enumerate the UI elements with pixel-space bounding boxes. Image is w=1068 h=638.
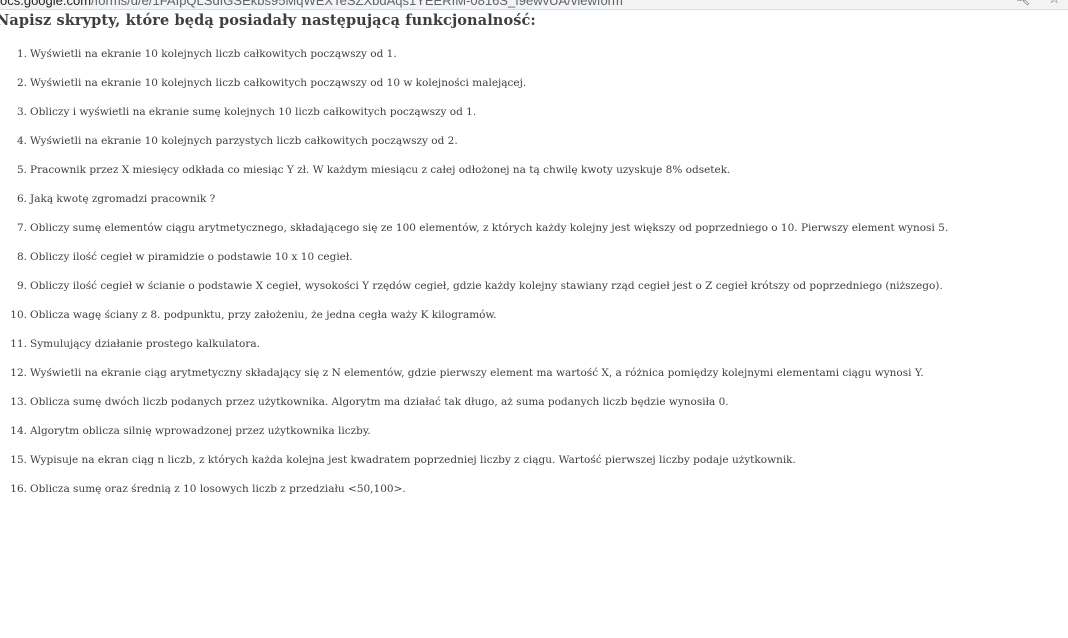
task-item: 9. Obliczy ilość cegieł w ścianie o podst… [0,277,1040,295]
task-item: 7. Obliczy sumę elementów ciągu arytmetyc… [0,219,1040,237]
bookmark-star-icon[interactable]: ☆ [1048,0,1060,7]
task-number: 9. [16,280,27,292]
task-text: Oblicza wagę ściany z 8. podpunktu, przy… [30,309,497,321]
task-text: Wypisuje na ekran ciąg n liczb, z któryc… [30,454,796,466]
task-text: Wyświetli na ekranie 10 kolejnych liczb … [30,48,397,60]
task-text: Wyświetli na ekranie 10 kolejnych liczb … [30,77,527,89]
page-heading: Napisz skrypty, które będą posiadały nas… [0,12,536,29]
task-item: 11. Symulujący działanie prostego kalkula… [0,335,1040,353]
task-item: 13. Oblicza sumę dwóch liczb podanych prz… [0,393,1040,411]
task-number: 2. [16,77,27,89]
address-bar-icons: 🔍︎ ☆ [1000,0,1060,7]
task-number: 14. [10,425,27,437]
task-list: 1. Wyświetli na ekranie 10 kolejnych licz… [0,45,1040,509]
task-text: Pracownik przez X miesięcy odkłada co mi… [30,164,731,176]
task-number: 3. [16,106,27,118]
zoom-magnifier-icon[interactable]: 🔍︎ [1014,0,1031,7]
task-number: 10. [10,309,27,321]
task-text: Algorytm oblicza silnię wprowadzonej prz… [30,425,371,437]
task-text: Obliczy i wyświetli na ekranie sumę kole… [30,106,477,118]
task-number: 4. [16,135,27,147]
browser-address-bar: ocs.google.com/forms/d/e/1FAIpQLSdIGSEkb… [0,0,1068,10]
task-item: 5. Pracownik przez X miesięcy odkłada co … [0,161,1040,179]
task-number: 1. [16,48,27,60]
task-number: 5. [16,164,27,176]
task-item: 3. Obliczy i wyświetli na ekranie sumę ko… [0,103,1040,121]
task-item: 14. Algorytm oblicza silnię wprowadzonej … [0,422,1040,440]
task-item: 16. Oblicza sumę oraz średnią z 10 losowy… [0,480,1040,498]
task-item: 1. Wyświetli na ekranie 10 kolejnych licz… [0,45,1040,63]
task-text: Oblicza sumę oraz średnią z 10 losowych … [30,483,406,495]
task-text: Wyświetli na ekranie ciąg arytmetyczny s… [30,367,924,379]
task-item: 6. Jaką kwotę zgromadzi pracownik ? [0,190,1040,208]
task-item: 2. Wyświetli na ekranie 10 kolejnych licz… [0,74,1040,92]
task-number: 12. [10,367,27,379]
task-text: Obliczy sumę elementów ciągu arytmetyczn… [30,222,949,234]
task-text: Jaką kwotę zgromadzi pracownik ? [30,193,216,205]
url-field[interactable]: ocs.google.com/forms/d/e/1FAIpQLSdIGSEkb… [0,0,623,8]
task-number: 8. [16,251,27,263]
task-item: 10. Oblicza wagę ściany z 8. podpunktu, p… [0,306,1040,324]
task-text: Oblicza sumę dwóch liczb podanych przez … [30,396,729,408]
task-number: 15. [10,454,27,466]
task-text: Symulujący działanie prostego kalkulator… [30,338,260,350]
url-host: ocs.google.com [0,0,92,8]
task-item: 15. Wypisuje na ekran ciąg n liczb, z któ… [0,451,1040,469]
task-number: 16. [10,483,27,495]
task-number: 11. [10,338,27,350]
url-path: /forms/d/e/1FAIpQLSdIGSEkbs95MqWEXTeSZXb… [91,0,623,8]
task-text: Obliczy ilość cegieł w piramidzie o pods… [30,251,353,263]
task-number: 13. [10,396,27,408]
task-item: 4. Wyświetli na ekranie 10 kolejnych parz… [0,132,1040,150]
task-item: 8. Obliczy ilość cegieł w piramidzie o po… [0,248,1040,266]
task-item: 12. Wyświetli na ekranie ciąg arytmetyczn… [0,364,1040,382]
task-number: 6. [16,193,27,205]
task-number: 7. [16,222,27,234]
task-text: Wyświetli na ekranie 10 kolejnych parzys… [30,135,458,147]
task-text: Obliczy ilość cegieł w ścianie o podstaw… [30,280,943,292]
